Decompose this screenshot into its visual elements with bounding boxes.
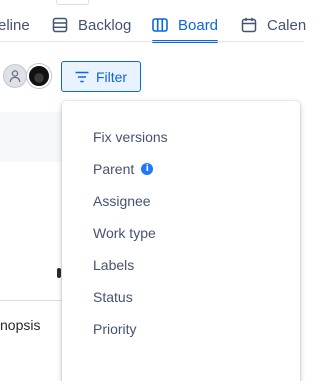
menu-item-label: Assignee — [93, 193, 151, 209]
menu-item-label: Fix versions — [93, 129, 168, 145]
view-tabs: eline Backlog Board Calen — [0, 8, 306, 43]
filter-option-parent[interactable]: Parent i — [62, 153, 300, 185]
filter-option-assignee[interactable]: Assignee — [62, 185, 300, 217]
info-icon[interactable]: i — [141, 163, 154, 175]
unassigned-avatar[interactable] — [3, 64, 27, 88]
tab-timeline-label: eline — [0, 16, 30, 34]
menu-item-label: Parent — [93, 161, 135, 177]
person-icon — [9, 70, 21, 83]
backlog-icon — [52, 17, 68, 33]
tab-calendar-label: Calen — [267, 16, 307, 34]
filter-option-status[interactable]: Status — [62, 281, 300, 313]
board-card-fragment — [57, 268, 61, 278]
filter-option-priority[interactable]: Priority — [62, 313, 300, 345]
menu-item-label: Work type — [93, 225, 156, 241]
tab-board-label: Board — [178, 16, 219, 34]
board-column-header — [0, 112, 62, 162]
tab-calendar[interactable]: Calen — [241, 8, 306, 42]
filter-button-label: Filter — [95, 68, 128, 85]
top-bar-edge — [56, 0, 89, 5]
filter-option-fix-versions[interactable]: Fix versions — [62, 121, 300, 153]
tabs-divider — [0, 41, 304, 42]
board-icon — [152, 17, 168, 33]
calendar-icon — [241, 17, 257, 33]
menu-item-label: Status — [93, 289, 133, 305]
tab-backlog-label: Backlog — [78, 16, 132, 34]
tab-backlog[interactable]: Backlog — [52, 8, 131, 42]
filter-button[interactable]: Filter — [61, 61, 141, 92]
filter-dropdown: Fix versions Parent i Assignee Work type… — [62, 101, 300, 381]
filter-icon — [75, 71, 89, 82]
filter-option-work-type[interactable]: Work type — [62, 217, 300, 249]
filter-option-labels[interactable]: Labels — [62, 249, 300, 281]
menu-item-label: Labels — [93, 257, 135, 273]
menu-item-label: Priority — [93, 321, 137, 337]
board-divider — [0, 300, 62, 301]
tab-board[interactable]: Board — [152, 8, 219, 43]
tab-timeline[interactable]: eline — [0, 8, 30, 42]
board-card-text: nopsis — [0, 317, 41, 333]
user-avatar[interactable] — [27, 64, 51, 88]
